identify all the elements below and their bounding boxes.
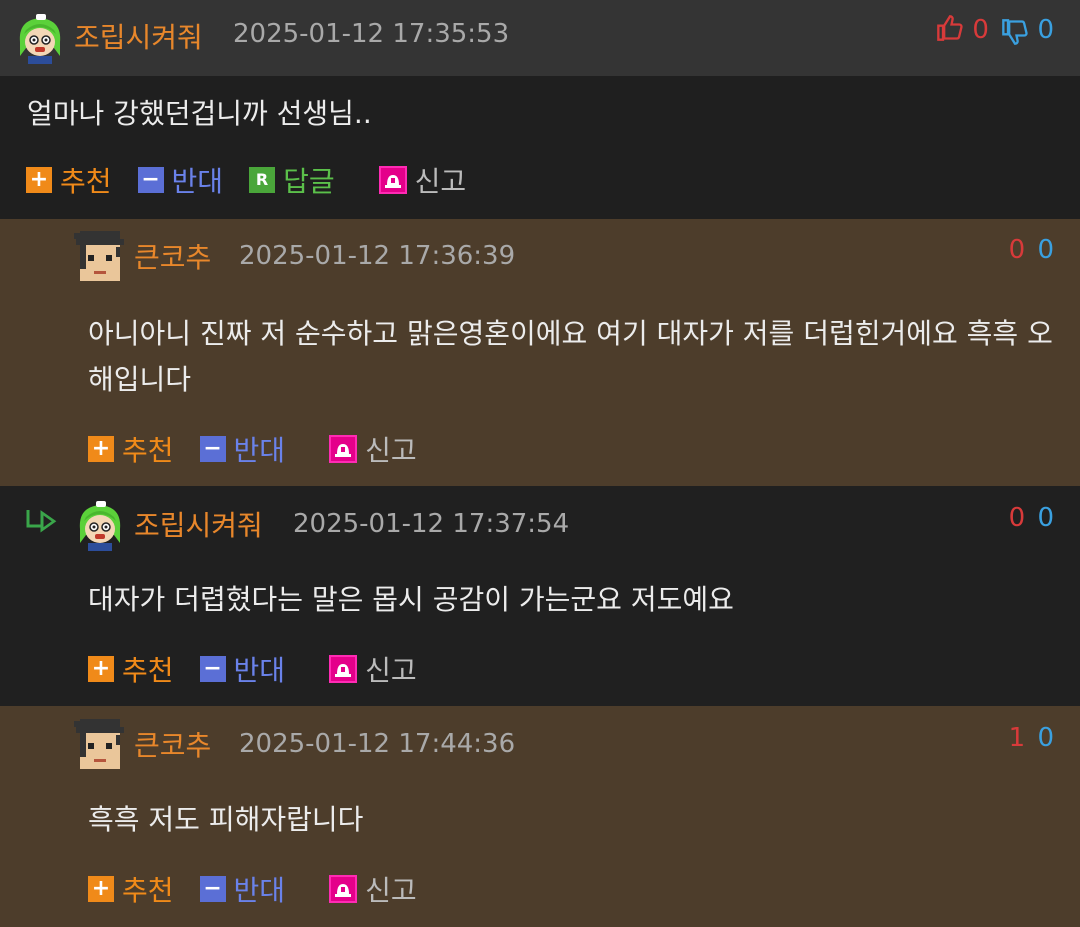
reply-arrow-icon [26, 510, 57, 533]
siren-icon [329, 655, 358, 683]
comment-actions: + 추천 − 반대 신고 [88, 871, 443, 907]
plus-icon: + [88, 436, 114, 462]
comment-timestamp: 2025-01-12 17:37:54 [293, 509, 570, 539]
report-label: 신고 [414, 165, 467, 198]
avatar-pixel-face[interactable] [74, 231, 126, 283]
avatar-green-hair[interactable] [74, 499, 126, 551]
downvote-count: 0 [1037, 723, 1054, 753]
recommend-label: 추천 [60, 165, 112, 198]
reply-r-icon: R [249, 167, 276, 193]
recommend-button[interactable]: + 추천 [88, 869, 174, 909]
upvote-count: 0 [1008, 235, 1026, 265]
comment-text: 대자가 더렵혔다는 말은 몹시 공감이 가는군요 저도예요 [88, 583, 734, 616]
comment-text: 흑흑 저도 피해자랍니다 [88, 803, 364, 836]
comment-timestamp: 2025-01-12 17:36:39 [239, 241, 516, 271]
plus-icon: + [88, 876, 114, 902]
oppose-button[interactable]: − 반대 [199, 649, 286, 689]
minus-icon: − [199, 876, 226, 902]
plus-icon: + [26, 167, 52, 193]
downvote-count: 0 [1037, 503, 1054, 533]
downvote-count: 0 [1037, 235, 1054, 265]
recommend-label: 추천 [122, 874, 174, 907]
comment-actions: + 추천 − 반대 R 답글 신고 [26, 162, 492, 198]
recommend-button[interactable]: + 추천 [88, 649, 174, 689]
comment-timestamp: 2025-01-12 17:44:36 [239, 729, 516, 759]
oppose-label: 반대 [233, 874, 286, 907]
recommend-button[interactable]: + 추천 [88, 429, 174, 469]
vote-counter: 0 0 [936, 14, 1054, 46]
report-button[interactable]: 신고 [329, 869, 417, 909]
comment-timestamp: 2025-01-12 17:35:53 [233, 19, 510, 49]
recommend-label: 추천 [122, 434, 174, 467]
comment-nickname[interactable]: 큰코추 [134, 724, 211, 764]
comment-text: 아니아니 진짜 저 순수하고 맑은영혼이에요 여기 대자가 저를 더럽힌거에요 … [88, 317, 1053, 396]
thumbs-down-icon[interactable] [1001, 18, 1029, 46]
minus-icon: − [199, 656, 226, 682]
siren-icon [329, 435, 358, 463]
comment-nickname[interactable]: 조립시켜줘 [134, 504, 263, 544]
minus-icon: − [199, 436, 226, 462]
minus-icon: − [137, 167, 164, 193]
upvote-count: 0 [972, 15, 989, 45]
vote-counter: 1 0 [1009, 723, 1054, 753]
oppose-button[interactable]: − 반대 [199, 869, 286, 909]
report-label: 신고 [365, 434, 417, 467]
comment-text: 얼마나 강했던겁니까 선생님.. [27, 97, 372, 130]
plus-icon: + [88, 656, 114, 682]
oppose-button[interactable]: − 반대 [199, 429, 286, 469]
report-button[interactable]: 신고 [378, 160, 467, 200]
reply-button[interactable]: R 답글 [249, 160, 335, 200]
oppose-button[interactable]: − 반대 [137, 160, 224, 200]
oppose-label: 반대 [233, 434, 286, 467]
comment-nickname[interactable]: 큰코추 [134, 236, 211, 276]
comment-nickname[interactable]: 조립시켜줘 [74, 16, 203, 56]
comment-actions: + 추천 − 반대 신고 [88, 431, 443, 467]
report-label: 신고 [365, 654, 417, 687]
reply-label: 답글 [283, 165, 335, 198]
thumbs-up-icon[interactable] [936, 14, 964, 42]
upvote-count: 0 [1008, 503, 1026, 533]
recommend-label: 추천 [122, 654, 174, 687]
oppose-label: 반대 [233, 654, 286, 687]
comment-actions: + 추천 − 반대 신고 [88, 651, 443, 687]
upvote-count: 1 [1008, 723, 1026, 753]
avatar-pixel-face[interactable] [74, 719, 126, 771]
recommend-button[interactable]: + 추천 [26, 160, 112, 200]
report-label: 신고 [365, 874, 417, 907]
oppose-label: 반대 [171, 165, 224, 198]
vote-counter: 0 0 [1009, 235, 1054, 265]
siren-icon [378, 166, 407, 194]
vote-counter: 0 0 [1009, 503, 1054, 533]
siren-icon [329, 875, 358, 903]
report-button[interactable]: 신고 [329, 429, 417, 469]
report-button[interactable]: 신고 [329, 649, 417, 689]
downvote-count: 0 [1037, 15, 1054, 45]
avatar-green-hair[interactable] [14, 12, 66, 64]
